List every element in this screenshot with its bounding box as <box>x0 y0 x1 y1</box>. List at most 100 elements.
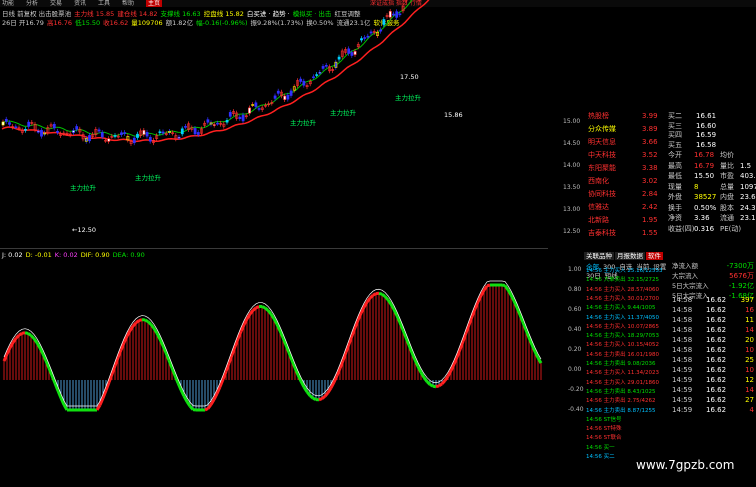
candle <box>8 122 11 125</box>
indicator-line <box>407 344 414 354</box>
candle <box>273 95 277 99</box>
sector-row[interactable]: 北新路 1.95 <box>588 216 658 225</box>
stat-label: 换手 <box>668 203 682 212</box>
news-item[interactable]: 14:56 主力买入 30.01/2700 <box>586 296 659 303</box>
indicator-line <box>470 308 477 318</box>
news-item[interactable]: 14:56 主力卖出 8.43/1025 <box>586 389 655 396</box>
sector-name: 吉泰科技 <box>588 229 616 237</box>
candle <box>161 131 165 134</box>
header-field: DIF: 0.90 <box>80 251 110 259</box>
stat-row: 最低 15.50 市盈 403.7 <box>668 172 756 181</box>
news-item[interactable]: 14:56 主力买入 10.15/4052 <box>586 342 659 349</box>
sector-row[interactable]: 明天信息 3.66 <box>588 138 658 147</box>
menu-item[interactable]: 分析 <box>26 0 38 7</box>
news-item[interactable]: 14:56 主力卖出 9.08/2036 <box>586 361 655 368</box>
menu-item[interactable]: 工具 <box>98 0 110 7</box>
price-axis: 15.00 14.50 14.00 13.50 13.00 12.50 <box>563 118 587 248</box>
news-item[interactable]: 14:56 主力卖出 16.01/1980 <box>586 352 659 359</box>
news-item[interactable]: 14:56 主力卖出 2.75/4262 <box>586 398 655 405</box>
candle <box>212 124 216 126</box>
sector-row[interactable]: 信雅达 2.42 <box>588 203 658 212</box>
news-item[interactable]: 14:56 ST特殊 <box>586 426 621 433</box>
menu-item[interactable]: 资讯 <box>74 0 86 7</box>
news-item[interactable]: 14:56 主力买入 11.34/2023 <box>586 370 659 377</box>
news-item[interactable]: 14:56 ST信号 <box>586 417 621 424</box>
menu-item[interactable]: 交易 <box>50 0 62 7</box>
indicator-line <box>341 351 348 361</box>
kline-chart[interactable]: 主力拉升主力拉升主力拉升主力拉升主力拉升 <box>0 0 560 245</box>
indicator-line <box>98 397 105 406</box>
top-right-note: 深证成指 指数 行情 <box>370 0 422 7</box>
bid-label: 买五 <box>668 140 682 149</box>
candle <box>257 108 261 110</box>
candle <box>276 90 280 94</box>
candle <box>216 122 219 125</box>
candle <box>145 132 149 137</box>
candle <box>132 137 136 144</box>
sector-row[interactable]: 东阳聚能 3.38 <box>588 164 658 173</box>
sector-row[interactable]: 协同科技 2.84 <box>588 190 658 199</box>
sector-row[interactable]: 分众传媒 3.89 <box>588 125 658 134</box>
news-item[interactable]: 14:56 主力卖出 8.87/1255 <box>586 408 655 415</box>
panel-tab[interactable]: 关联品种 <box>584 252 614 260</box>
sector-row[interactable]: 西南化 3.02 <box>588 177 658 186</box>
news-item[interactable]: 14:56 主力买入 25.16/12553 <box>586 268 662 275</box>
indicator-line <box>521 321 528 331</box>
flow-row: 大宗流入 5676万 <box>672 272 756 281</box>
news-item[interactable]: 14:56 主力买入 10.07/2865 <box>586 324 659 331</box>
news-item[interactable]: 14:56 ST联合 <box>586 435 621 442</box>
stat-value2: 23.6 <box>740 193 756 201</box>
header-field: 量109706 <box>131 19 163 27</box>
indicator-line <box>422 376 429 383</box>
news-item[interactable]: 14:56 主力买入 29.01/1860 <box>586 380 659 387</box>
stat-label2: 内盘 <box>720 193 734 201</box>
indicator-line <box>14 334 21 340</box>
candle <box>318 72 322 74</box>
indicator-line <box>164 352 171 361</box>
sector-row[interactable]: 热股榜 3.99 <box>588 112 658 121</box>
bid-label: 买二 <box>668 112 682 120</box>
sector-row[interactable]: 中天科技 3.52 <box>588 151 658 160</box>
indicator-line <box>473 301 480 310</box>
news-item[interactable]: 14:56 大单卖出 32.15/2725 <box>586 277 659 284</box>
news-item[interactable]: 14:56 主力买入 28.57/4060 <box>586 287 659 294</box>
candle <box>120 132 123 135</box>
indicator-axis: 1.00 0.80 0.60 0.40 0.20 0.00 -0.20 -0.40 <box>568 266 584 446</box>
stat-value: 0.316 <box>694 224 715 233</box>
menu-item[interactable]: 功能 <box>2 0 14 7</box>
news-item[interactable]: 14:56 主力买入 9.44/1005 <box>586 305 655 312</box>
header-field: D: -0.01 <box>25 251 52 259</box>
panel-tabs[interactable]: 关联品种 月报数据 软件 <box>584 251 684 260</box>
trade-time: 14:58 <box>672 356 693 364</box>
news-item[interactable]: 14:56 主力买入 18.29/7053 <box>586 333 659 340</box>
indicator-line <box>131 321 138 328</box>
news-item[interactable]: 14:56 买二 <box>586 454 615 461</box>
trade-price: 16.62 <box>706 346 727 354</box>
indicator-line <box>56 390 63 399</box>
panel-tab[interactable]: 软件 <box>646 252 663 260</box>
candle <box>196 132 200 135</box>
indicator-line <box>107 373 114 383</box>
menu-item[interactable]: 主页 <box>146 0 163 7</box>
news-item[interactable]: 14:56 买一 <box>586 445 615 452</box>
sector-name: 协同科技 <box>588 190 616 198</box>
trade-price: 16.62 <box>706 406 727 414</box>
news-item[interactable]: 14:56 主力买入 11.37/4050 <box>586 315 659 322</box>
trade-volume: 25 <box>745 356 754 364</box>
panel-tab[interactable]: 月报数据 <box>615 252 645 260</box>
indicator-chart[interactable] <box>0 260 560 485</box>
trade-row: 14:58 16.62 11 <box>672 316 756 325</box>
indicator-line <box>167 359 174 369</box>
kline-annotation: 主力拉升 <box>290 118 317 127</box>
menu-item[interactable]: 帮助 <box>122 0 134 7</box>
kline-right-label: 15.86 <box>444 111 463 119</box>
stat-label2: 市盈 <box>720 172 734 180</box>
indicator-line <box>281 337 288 346</box>
sector-row[interactable]: 吉泰科技 1.55 <box>588 229 658 238</box>
sector-name: 中天科技 <box>588 151 616 159</box>
indicator-line <box>353 319 360 329</box>
indicator-line <box>218 378 225 388</box>
indicator-line <box>404 336 411 346</box>
indicator-line <box>278 330 285 339</box>
indicator-line <box>344 343 351 353</box>
